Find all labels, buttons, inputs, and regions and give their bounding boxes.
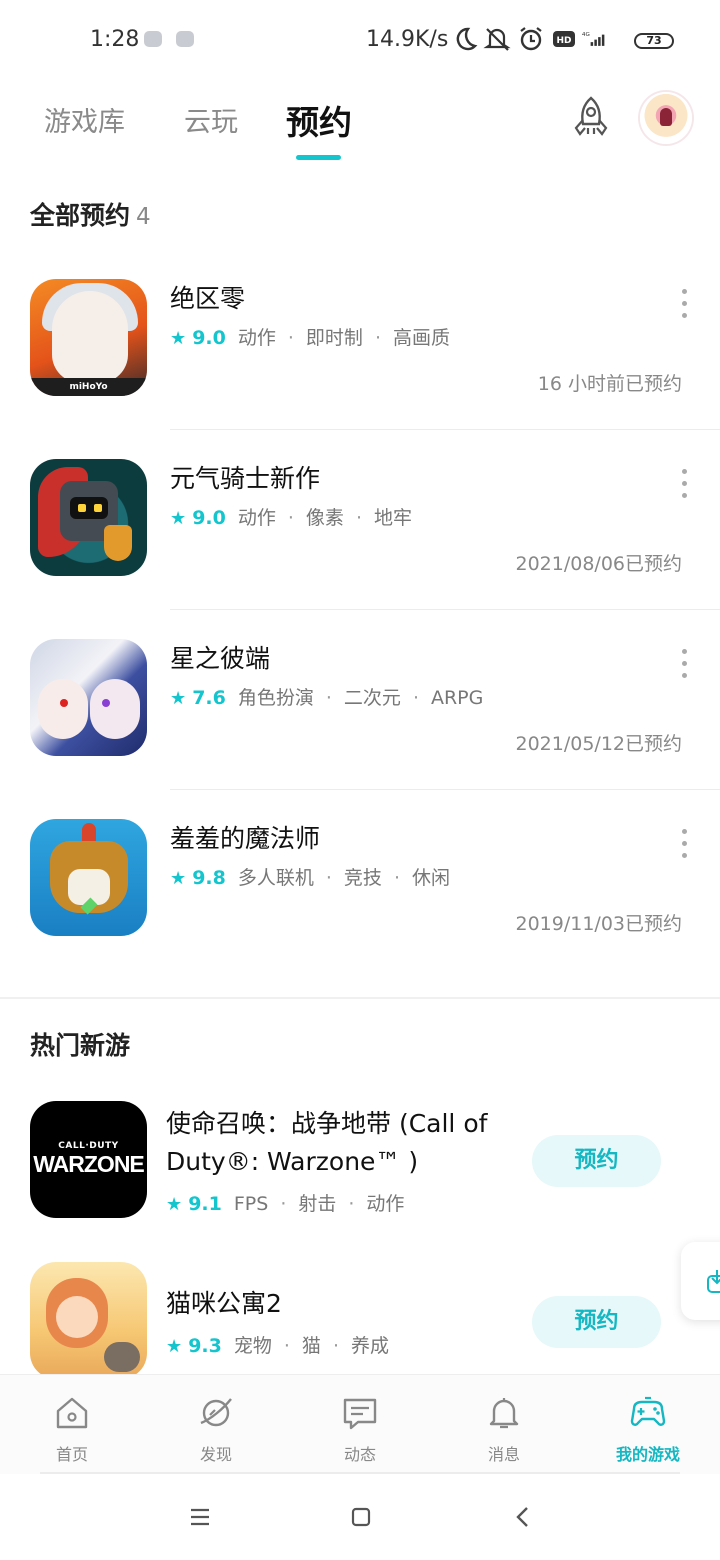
game-icon-zzz[interactable]: miHoYo [30, 279, 147, 396]
notification-icon [176, 31, 194, 47]
reserve-button[interactable]: 预约 [532, 1296, 661, 1348]
avatar[interactable] [640, 92, 692, 144]
game-meta: ★ 9.0 动作 · 即时制 · 高画质 [170, 327, 450, 349]
gamepad-icon [630, 1396, 666, 1426]
star-icon: ★ [170, 328, 187, 349]
hd-icon: HD [553, 31, 575, 47]
divider [170, 429, 720, 430]
game-name[interactable]: 元气骑士新作 [170, 459, 320, 495]
reserved-time: 16 小时前已预约 [537, 373, 682, 395]
reserve-button[interactable]: 预约 [532, 1135, 661, 1187]
feed-icon [343, 1398, 377, 1430]
tab-library[interactable]: 游戏库 [44, 100, 125, 139]
game-name[interactable]: 使命召唤：战争地带 (Call of Duty®: Warzone™ ) [166, 1105, 526, 1181]
nav-messages[interactable]: 消息 [432, 1375, 576, 1475]
moon-icon [456, 27, 478, 51]
star-icon: ★ [166, 1194, 183, 1215]
reserved-time: 2019/11/03已预约 [515, 913, 682, 935]
reserved-time: 2021/05/12已预约 [515, 733, 682, 755]
home-square-icon[interactable] [350, 1504, 372, 1530]
game-icon-soul-knight[interactable] [30, 459, 147, 576]
star-icon: ★ [170, 688, 187, 709]
reserve-count: 4 [136, 204, 151, 230]
back-icon[interactable] [512, 1504, 534, 1530]
menu-icon[interactable] [189, 1504, 211, 1530]
game-meta: ★ 9.3 宠物 · 猫 · 养成 [166, 1335, 389, 1357]
status-bar: 1:28 14.9K/s HD 4G 73 [0, 0, 720, 84]
rocket-icon[interactable] [566, 94, 616, 144]
mute-icon [483, 28, 511, 51]
home-icon [56, 1397, 88, 1429]
reserve-item[interactable]: miHoYo 绝区零 ★ 9.0 动作 · 即时制 · 高画质 16 小时前已预约 [0, 279, 720, 459]
game-name[interactable]: 羞羞的魔法师 [170, 819, 320, 855]
tab-reserve[interactable]: 预约 [286, 96, 352, 144]
game-icon-shy-wizard[interactable] [30, 819, 147, 936]
reserve-section-title: 全部预约 4 [30, 201, 151, 230]
notification-icon [144, 31, 162, 47]
game-icon-cat-apartment[interactable] [30, 1262, 147, 1379]
system-nav-bar [0, 1474, 720, 1560]
download-icon [707, 1270, 720, 1293]
net-speed: 14.9K/s [366, 27, 449, 52]
game-icon-star-end[interactable] [30, 639, 147, 756]
game-meta: ★ 9.1 FPS · 射击 · 动作 [166, 1193, 405, 1215]
divider [170, 609, 720, 610]
divider [170, 789, 720, 790]
game-meta: ★ 9.8 多人联机 · 竞技 · 休闲 [170, 867, 450, 889]
more-options-icon[interactable] [676, 289, 692, 327]
game-meta: ★ 9.0 动作 · 像素 · 地牢 [170, 507, 412, 529]
nav-discover[interactable]: 发现 [144, 1375, 288, 1475]
alarm-icon [520, 27, 542, 51]
bell-icon [489, 1398, 519, 1429]
svg-text:HD: HD [556, 36, 571, 46]
reserved-time: 2021/08/06已预约 [515, 553, 682, 575]
game-name[interactable]: 绝区零 [170, 279, 245, 315]
reserve-item[interactable]: 羞羞的魔法师 ★ 9.8 多人联机 · 竞技 · 休闲 2019/11/03已预约 [0, 819, 720, 999]
top-tab-bar: 游戏库 云玩 预约 [0, 84, 720, 174]
tab-cloud[interactable]: 云玩 [184, 100, 238, 139]
nav-my-games[interactable]: 我的游戏 [576, 1375, 720, 1475]
game-name[interactable]: 猫咪公寓2 [166, 1285, 526, 1323]
battery-icon: 73 [634, 33, 674, 49]
status-time: 1:28 [90, 27, 140, 52]
star-icon: ★ [170, 508, 187, 529]
game-icon-warzone[interactable]: CALL·DUTY WARZONE [30, 1101, 147, 1218]
nav-home[interactable]: 首页 [0, 1375, 144, 1475]
more-options-icon[interactable] [676, 469, 692, 507]
floating-download-button[interactable] [681, 1242, 720, 1320]
game-meta: ★ 7.6 角色扮演 · 二次元 · ARPG [170, 687, 484, 709]
game-name[interactable]: 星之彼端 [170, 639, 270, 675]
star-icon: ★ [170, 868, 187, 889]
nav-feed[interactable]: 动态 [288, 1375, 432, 1475]
more-options-icon[interactable] [676, 829, 692, 867]
bottom-nav: 首页 发现 动态 消息 我的游戏 [0, 1374, 720, 1474]
star-icon: ★ [166, 1336, 183, 1357]
active-tab-indicator [296, 155, 341, 160]
more-options-icon[interactable] [676, 649, 692, 687]
section-divider [0, 997, 720, 999]
planet-icon [200, 1398, 232, 1427]
svg-text:4G: 4G [582, 32, 590, 38]
hot-section-title: 热门新游 [30, 1031, 131, 1060]
reserve-item[interactable]: 元气骑士新作 ★ 9.0 动作 · 像素 · 地牢 2021/08/06已预约 [0, 459, 720, 639]
reserve-item[interactable]: 星之彼端 ★ 7.6 角色扮演 · 二次元 · ARPG 2021/05/12已预约 [0, 639, 720, 819]
signal-icon: 4G [582, 32, 605, 46]
